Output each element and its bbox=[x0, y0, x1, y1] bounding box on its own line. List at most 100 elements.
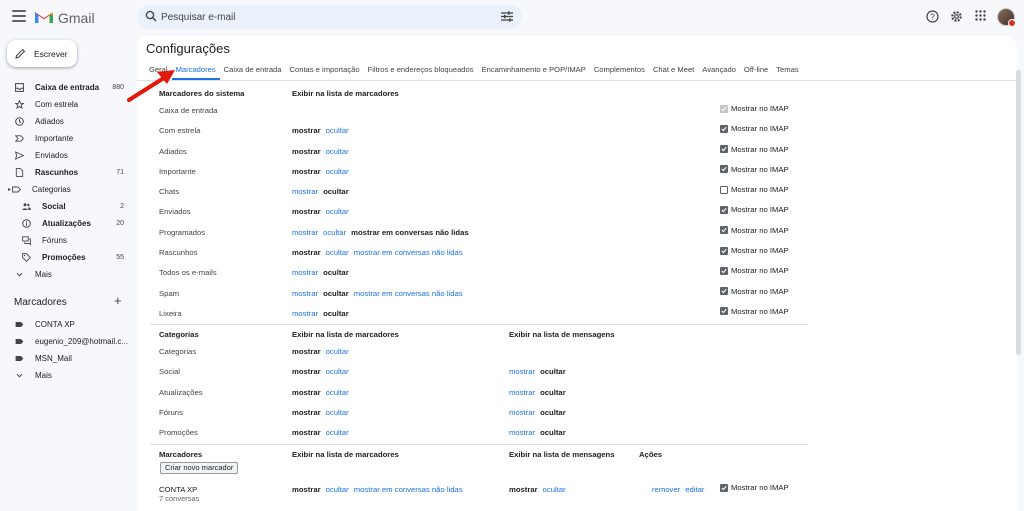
sidebar-item-adiados[interactable]: Adiados bbox=[0, 113, 132, 130]
add-label-icon[interactable]: + bbox=[114, 294, 122, 307]
hide-option[interactable]: ocultar bbox=[326, 428, 349, 437]
hide-option[interactable]: ocultar bbox=[326, 248, 349, 257]
label-visibility-options: mostrar ocultar bbox=[292, 147, 354, 156]
hide-option[interactable]: ocultar bbox=[326, 207, 349, 216]
hide-option[interactable]: ocultar bbox=[326, 485, 349, 494]
hide-option[interactable]: ocultar bbox=[326, 167, 349, 176]
sidebar-label-text: Mais bbox=[35, 371, 52, 380]
app-brand[interactable]: Gmail bbox=[58, 10, 95, 26]
imap-toggle[interactable]: Mostrar no IMAP bbox=[720, 165, 789, 174]
message-hide-option[interactable]: ocultar bbox=[543, 485, 566, 494]
message-show-option[interactable]: mostrar bbox=[509, 388, 535, 397]
imap-checkbox[interactable] bbox=[720, 287, 728, 296]
tab-complementos[interactable]: Complementos bbox=[590, 64, 649, 80]
tab-marcadores[interactable]: Marcadores bbox=[171, 64, 220, 80]
sidebar-item-fo-runs[interactable]: Fóruns bbox=[0, 232, 132, 249]
sidebar-item-importante[interactable]: Importante bbox=[0, 130, 132, 147]
hide-option[interactable]: ocultar bbox=[326, 408, 349, 417]
show-option[interactable]: mostrar bbox=[292, 309, 318, 318]
main-menu-icon[interactable] bbox=[12, 10, 26, 22]
show-option[interactable]: mostrar bbox=[292, 289, 318, 298]
imap-toggle[interactable]: Mostrar no IMAP bbox=[720, 307, 789, 316]
show-if-unread-option[interactable]: mostrar em conversas não lidas bbox=[354, 248, 463, 257]
show-option[interactable]: mostrar bbox=[292, 268, 318, 277]
imap-checkbox[interactable] bbox=[720, 145, 728, 154]
message-show-option[interactable]: mostrar bbox=[509, 367, 535, 376]
search-options-icon[interactable] bbox=[501, 11, 513, 22]
sidebar-more-labels[interactable]: Mais bbox=[0, 367, 132, 384]
sidebar-item-mais[interactable]: Mais bbox=[0, 266, 132, 283]
hide-option[interactable]: ocultar bbox=[326, 388, 349, 397]
tab-off-line[interactable]: Off-line bbox=[740, 64, 772, 80]
imap-checkbox[interactable] bbox=[720, 165, 728, 174]
imap-checkbox[interactable] bbox=[720, 307, 728, 316]
sidebar-item-rascunhos[interactable]: Rascunhos 71 bbox=[0, 164, 132, 181]
imap-toggle[interactable]: Mostrar no IMAP bbox=[720, 205, 789, 214]
hide-option[interactable]: ocultar bbox=[326, 147, 349, 156]
info-icon bbox=[22, 219, 31, 228]
imap-toggle[interactable]: Mostrar no IMAP bbox=[720, 124, 789, 133]
compose-button[interactable]: Escrever bbox=[7, 40, 77, 67]
tab-caixa-de-entrada[interactable]: Caixa de entrada bbox=[220, 64, 286, 80]
tab-temas[interactable]: Temas bbox=[772, 64, 802, 80]
sidebar-item-social[interactable]: Social 2 bbox=[0, 198, 132, 215]
sidebar-item-promoc-o-es[interactable]: Promoções 55 bbox=[0, 249, 132, 266]
imap-toggle[interactable]: Mostrar no IMAP bbox=[720, 266, 789, 275]
tab-encaminhamento-e-pop-imap[interactable]: Encaminhamento e POP/IMAP bbox=[478, 64, 590, 80]
hide-option[interactable]: ocultar bbox=[326, 347, 349, 356]
imap-toggle[interactable]: Mostrar no IMAP bbox=[720, 287, 789, 296]
show-option[interactable]: mostrar bbox=[292, 187, 318, 196]
imap-toggle[interactable]: Mostrar no IMAP bbox=[720, 185, 789, 194]
search-bar[interactable]: Pesquisar e-mail bbox=[137, 5, 522, 29]
hide-option[interactable]: ocultar bbox=[326, 367, 349, 376]
settings-gear-icon[interactable] bbox=[950, 10, 963, 23]
tab-contas-e-importac-a-o[interactable]: Contas e importação bbox=[286, 64, 364, 80]
search-icon[interactable] bbox=[145, 10, 157, 22]
help-icon[interactable]: ? bbox=[926, 10, 939, 23]
sidebar-item-enviados[interactable]: Enviados bbox=[0, 147, 132, 164]
sidebar-label-item[interactable]: eugenio_209@hotmail.c... bbox=[0, 333, 132, 350]
imap-checkbox[interactable] bbox=[720, 185, 728, 194]
hide-option[interactable]: ocultar bbox=[326, 126, 349, 135]
show-if-unread-option[interactable]: mostrar em conversas não lidas bbox=[354, 485, 463, 494]
imap-checkbox[interactable] bbox=[720, 226, 728, 235]
imap-checkbox[interactable] bbox=[720, 246, 728, 255]
imap-toggle[interactable]: Mostrar no IMAP bbox=[720, 483, 789, 492]
show-option: mostrar bbox=[292, 166, 321, 176]
sidebar-label-item[interactable]: MSN_Mail bbox=[0, 350, 132, 367]
imap-toggle[interactable]: Mostrar no IMAP bbox=[720, 226, 789, 235]
sidebar-label-item[interactable]: CONTA XP bbox=[0, 316, 132, 333]
message-show-option[interactable]: mostrar bbox=[509, 408, 535, 417]
edit-label-link[interactable]: editar bbox=[685, 485, 704, 494]
imap-checkbox[interactable] bbox=[720, 483, 728, 492]
imap-checkbox[interactable] bbox=[720, 205, 728, 214]
create-label-button[interactable]: Criar novo marcador bbox=[160, 462, 239, 474]
tab-avanc-ado[interactable]: Avançado bbox=[698, 64, 740, 80]
message-show-option[interactable]: mostrar bbox=[509, 428, 535, 437]
imap-toggle[interactable]: Mostrar no IMAP bbox=[720, 145, 789, 154]
gmail-logo-icon[interactable] bbox=[34, 9, 54, 24]
show-option[interactable]: mostrar bbox=[292, 228, 318, 237]
system-label-row: Todos os e-mails mostrar ocultar Mostrar no… bbox=[150, 262, 808, 282]
star-icon bbox=[15, 100, 24, 109]
search-input[interactable]: Pesquisar e-mail bbox=[161, 12, 235, 23]
label-visibility-options: mostrar ocultar bbox=[292, 126, 354, 135]
sidebar-item-caixa-de-entrada[interactable]: Caixa de entrada 880 bbox=[0, 79, 132, 96]
remove-label-link[interactable]: remover bbox=[652, 485, 680, 494]
system-label-row: Chats mostrar ocultar Mostrar no IMAP bbox=[150, 181, 808, 201]
account-avatar[interactable] bbox=[997, 8, 1016, 27]
tab-chat-e-meet[interactable]: Chat e Meet bbox=[649, 64, 698, 80]
scrollbar[interactable] bbox=[1016, 70, 1021, 355]
imap-checkbox[interactable] bbox=[720, 124, 728, 133]
tab-filtros-e-enderec-os-bloqueados[interactable]: Filtros e endereços bloqueados bbox=[364, 64, 478, 80]
hide-option[interactable]: ocultar bbox=[323, 228, 346, 237]
show-if-unread-option[interactable]: mostrar em conversas não lidas bbox=[354, 289, 463, 298]
sidebar-item-com-estrela[interactable]: Com estrela bbox=[0, 96, 132, 113]
sidebar-item-atualizac-o-es[interactable]: Atualizações 20 bbox=[0, 215, 132, 232]
sidebar-item-categorias[interactable]: ▸ Categorias bbox=[0, 181, 132, 198]
unread-count: 880 bbox=[112, 84, 124, 91]
imap-toggle[interactable]: Mostrar no IMAP bbox=[720, 246, 789, 255]
expand-arrow-icon[interactable]: ▸ bbox=[8, 186, 11, 193]
imap-checkbox[interactable] bbox=[720, 266, 728, 275]
apps-grid-icon[interactable] bbox=[975, 10, 986, 21]
